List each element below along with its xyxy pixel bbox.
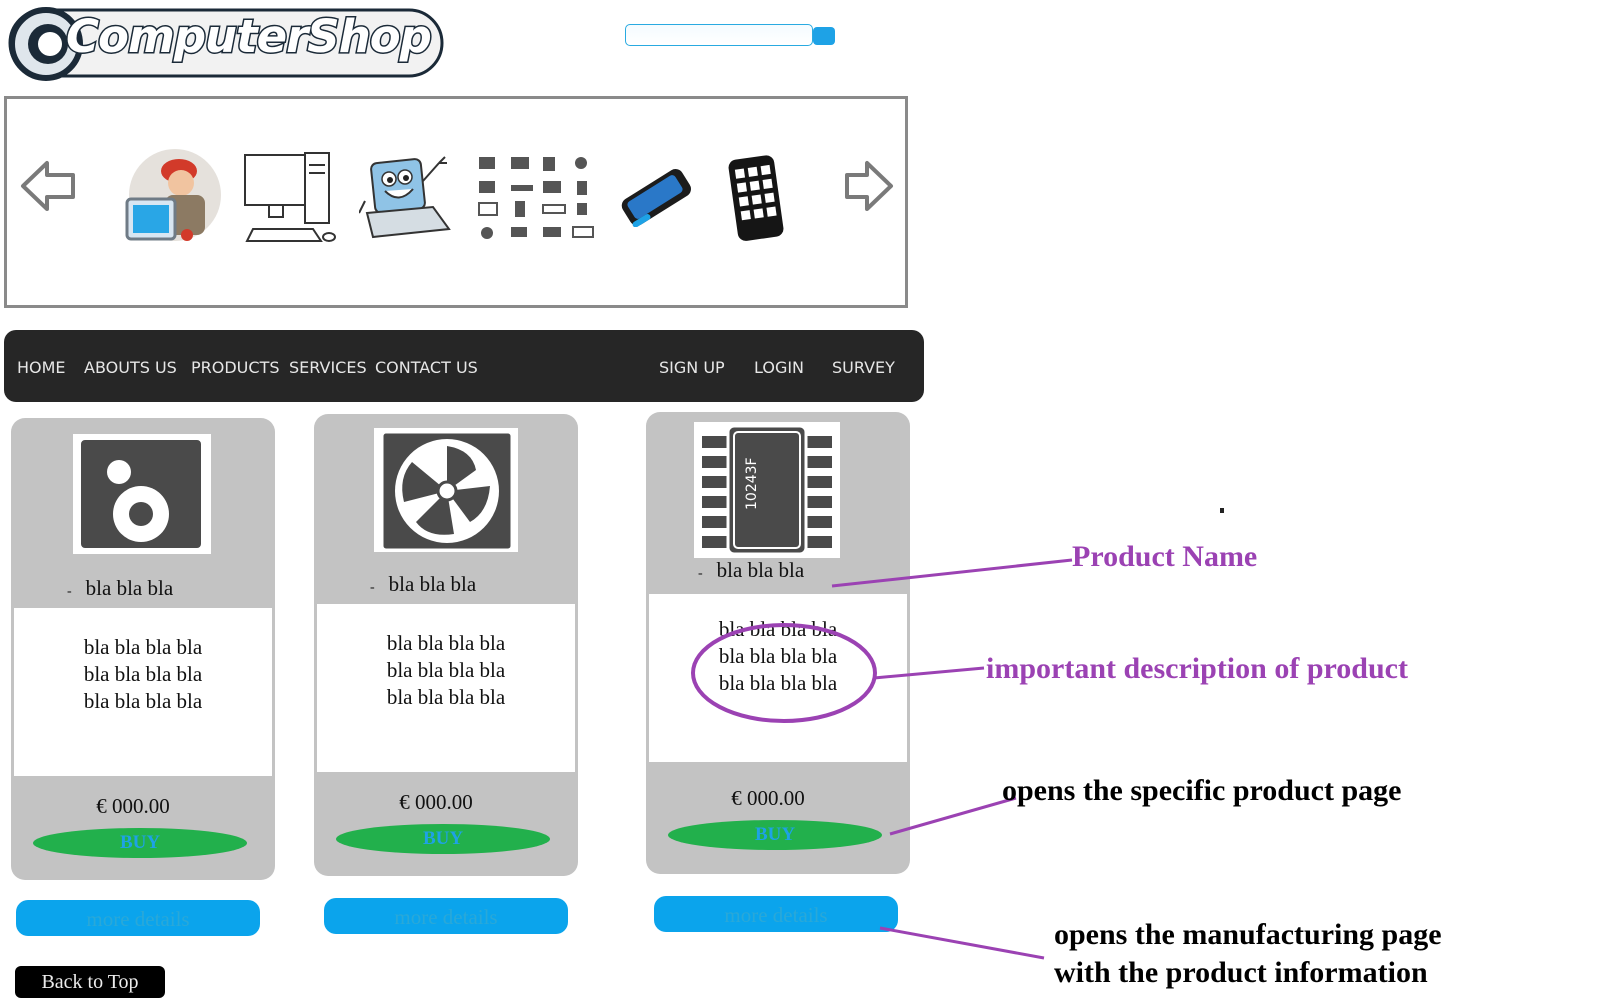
product-name: - bla bla bla (11, 576, 331, 601)
stray-dot (1220, 508, 1224, 513)
name-dash: - (67, 584, 72, 599)
product-name-text: bla bla bla (85, 576, 174, 600)
annotation-details-line1: opens the manufacturing page (1054, 918, 1442, 951)
technician-image (125, 149, 221, 241)
product-card: - bla bla bla bla bla bla bla bla bla bla… (314, 414, 578, 876)
name-dash: - (698, 566, 703, 581)
annotation-details-line2: with the product information (1054, 956, 1428, 989)
smartphone-image (621, 169, 691, 227)
description-line: bla bla bla bla (386, 658, 506, 682)
nav-products[interactable]: PRODUCTS (191, 358, 280, 377)
more-details-button[interactable]: more details (16, 900, 260, 936)
description-line: bla bla bla bla (718, 617, 838, 641)
annotation-description: important description of product (986, 652, 1408, 685)
nav-services[interactable]: SERVICES (289, 358, 367, 377)
arrow-left-icon[interactable] (19, 159, 79, 213)
image-slider (4, 96, 908, 308)
product-card: - bla bla bla bla bla bla bla bla bla bla… (11, 418, 275, 880)
description-line: bla bla bla bla (83, 635, 203, 659)
nav-login[interactable]: LOGIN (754, 358, 804, 377)
description-line: bla bla bla bla (718, 671, 838, 695)
product-price: € 000.00 (96, 794, 170, 818)
desktop-computer-image (244, 152, 336, 242)
logo-text: ComputerShop (65, 9, 434, 65)
description-line: bla bla bla bla (386, 685, 506, 709)
product-name-text: bla bla bla (388, 572, 477, 596)
product-card: 10243F - bla bla bla bla bla bla bla bla … (646, 412, 910, 874)
nav-sign-up[interactable]: SIGN UP (659, 358, 725, 377)
main-navbar: HOME ABOUTS US PRODUCTS SERVICES CONTACT… (4, 330, 924, 402)
hardware-icons-image (478, 157, 594, 239)
description-line: bla bla bla bla (718, 644, 838, 668)
tablet-image (728, 155, 784, 241)
buy-button[interactable]: BUY (33, 828, 247, 858)
search-bar (625, 24, 835, 48)
product-name: - bla bla bla (646, 558, 962, 583)
annotation-line (879, 926, 1045, 960)
chip-icon: 10243F (694, 422, 840, 558)
product-description: bla bla bla bla bla bla bla bla bla bla … (14, 608, 272, 776)
search-button[interactable] (813, 27, 835, 45)
search-input[interactable] (625, 24, 813, 46)
nav-survey[interactable]: SURVEY (832, 358, 895, 377)
description-line: bla bla bla bla (386, 631, 506, 655)
more-details-button[interactable]: more details (324, 898, 568, 934)
more-details-button[interactable]: more details (654, 896, 898, 932)
logo[interactable]: ComputerShop (8, 4, 448, 82)
description-line: bla bla bla bla (83, 689, 203, 713)
name-dash: - (370, 580, 375, 595)
product-price: € 000.00 (731, 786, 805, 810)
speaker-icon (73, 434, 211, 554)
nav-home[interactable]: HOME (17, 358, 66, 377)
product-description: bla bla bla bla bla bla bla bla bla bla … (317, 604, 575, 772)
fan-icon (374, 428, 518, 552)
product-description: bla bla bla bla bla bla bla bla bla bla … (649, 594, 907, 762)
nav-abouts-us[interactable]: ABOUTS US (84, 358, 177, 377)
chip-label: 10243F (744, 457, 760, 510)
laptop-mascot-image (359, 156, 451, 239)
product-name-text: bla bla bla (716, 558, 805, 582)
arrow-right-icon[interactable] (845, 159, 895, 213)
buy-button[interactable]: BUY (668, 820, 882, 850)
product-name: - bla bla bla (314, 572, 634, 597)
description-line: bla bla bla bla (83, 662, 203, 686)
annotation-buy: opens the specific product page (1002, 774, 1402, 807)
buy-button[interactable]: BUY (336, 824, 550, 854)
annotation-product-name: Product Name (1072, 540, 1258, 573)
back-to-top-button[interactable]: Back to Top (15, 966, 165, 998)
nav-contact-us[interactable]: CONTACT US (375, 358, 478, 377)
product-price: € 000.00 (399, 790, 473, 814)
